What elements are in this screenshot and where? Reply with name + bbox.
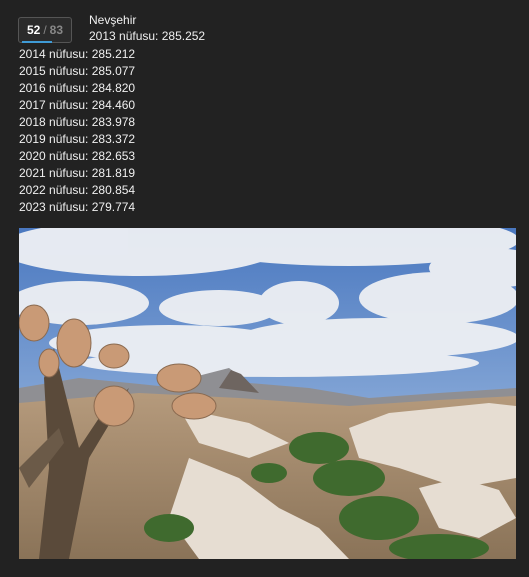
- population-line: 2019 nüfusu: 283.372: [19, 132, 136, 146]
- slide-counter: 52 / 83: [18, 17, 72, 43]
- city-title: Nevşehir: [89, 13, 137, 27]
- population-list: 2014 nüfusu: 285.212 2015 nüfusu: 285.07…: [19, 46, 135, 216]
- current-index: 52: [26, 23, 41, 37]
- landscape-photo: [19, 228, 516, 559]
- population-line: 2023 nüfusu: 279.774: [19, 200, 136, 214]
- population-line: 2018 nüfusu: 283.978: [19, 115, 136, 129]
- progress-bar: [22, 41, 52, 43]
- population-line: 2022 nüfusu: 280.854: [19, 183, 136, 197]
- population-line-2013: 2013 nüfusu: 285.252: [89, 29, 206, 43]
- population-line: 2014 nüfusu: 285.212: [19, 47, 136, 61]
- total-count: 83: [49, 23, 64, 37]
- population-line: 2017 nüfusu: 284.460: [19, 98, 136, 112]
- counter-separator: /: [43, 23, 47, 37]
- population-line: 2021 nüfusu: 281.819: [19, 166, 136, 180]
- population-line: 2016 nüfusu: 284.820: [19, 81, 136, 95]
- header-text: Nevşehir 2013 nüfusu: 285.252: [89, 12, 205, 44]
- clouds: [19, 228, 516, 377]
- population-line: 2020 nüfusu: 282.653: [19, 149, 136, 163]
- population-line: 2015 nüfusu: 285.077: [19, 64, 136, 78]
